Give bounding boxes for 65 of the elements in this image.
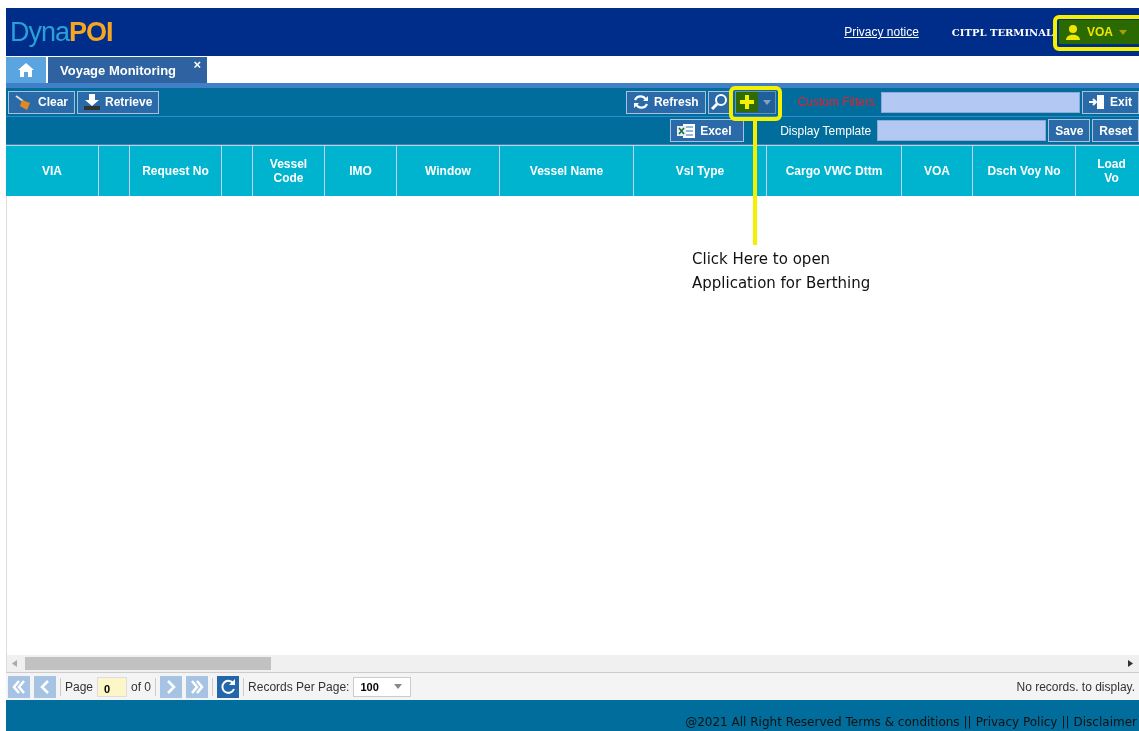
logo: DynaPOI (9, 16, 113, 48)
page-number-field[interactable]: 0 (97, 676, 128, 697)
home-tab[interactable] (6, 57, 46, 83)
first-page-icon (12, 679, 26, 694)
page-tab[interactable]: Voyage Monitoring × (48, 57, 207, 83)
column-header[interactable]: Dsch Voy No (973, 146, 1076, 196)
exit-icon (1089, 94, 1105, 110)
search-icon (710, 94, 727, 110)
page-label: Page (65, 679, 94, 694)
broom-icon (15, 94, 33, 110)
copyright-text: @2021 All Right Reserved (685, 715, 842, 729)
exit-button[interactable]: Exit (1082, 90, 1139, 114)
column-header[interactable]: VIA (6, 146, 99, 196)
page-count: of 0 (131, 679, 152, 694)
refresh-icon (632, 94, 649, 110)
highlight-outline (728, 85, 782, 121)
custom-filters-field[interactable] (881, 91, 1080, 113)
scroll-left-icon (12, 660, 17, 667)
refresh-button[interactable]: Refresh (625, 90, 706, 114)
user-icon (1065, 24, 1081, 40)
display-template-field[interactable] (877, 120, 1047, 141)
column-header[interactable]: VOA (902, 146, 973, 196)
caret-icon (394, 684, 403, 689)
records-per-page-select[interactable]: 100 (353, 676, 412, 697)
caret-icon (1119, 29, 1127, 35)
column-header[interactable]: Vessel Code (253, 146, 325, 196)
column-header[interactable]: Window (397, 146, 500, 196)
link-separator: || (1061, 715, 1070, 729)
column-header[interactable]: IMO (325, 146, 397, 196)
home-icon (18, 63, 34, 77)
terminal-name: CITPL TERMINAL (951, 26, 1053, 38)
horizontal-scrollbar[interactable] (6, 655, 1139, 672)
reset-button[interactable]: Reset (1092, 119, 1139, 142)
last-page-icon (190, 679, 205, 694)
custom-filters-label: Custom Filters (797, 95, 875, 109)
column-header[interactable]: Cargo VWC Dttm (767, 146, 902, 196)
reload-icon (220, 678, 237, 695)
caret-icon (762, 99, 771, 105)
retrieve-button[interactable]: Retrieve (77, 90, 160, 114)
footer-link[interactable]: Privacy Policy (975, 715, 1058, 729)
records-status: No records. to display. (1016, 679, 1135, 694)
add-button[interactable] (734, 90, 776, 114)
footer-link[interactable]: Disclaimer (1073, 715, 1137, 729)
user-menu-button[interactable]: VOA (1059, 20, 1139, 44)
records-per-page-label: Records Per Page: (248, 679, 350, 694)
close-icon[interactable]: × (193, 57, 201, 72)
column-header[interactable]: Vessel Name (500, 146, 634, 196)
reload-button[interactable] (217, 675, 240, 698)
previous-page-icon (38, 679, 52, 694)
column-header[interactable]: Request No (130, 146, 222, 196)
plus-icon (735, 92, 758, 112)
annotation-text: Click Here to open Application for Berthing (692, 249, 871, 294)
download-icon (84, 94, 101, 110)
scrollbar-thumb[interactable] (25, 657, 271, 670)
column-header[interactable]: Load Vo (1076, 146, 1139, 196)
link-separator: || (963, 715, 972, 729)
clear-button[interactable]: Clear (8, 90, 76, 114)
spreadsheet-icon (677, 122, 696, 139)
save-button[interactable]: Save (1048, 119, 1091, 142)
scroll-right-icon (1128, 660, 1133, 667)
search-button[interactable] (707, 90, 730, 114)
privacy-link[interactable]: Privacy notice (844, 25, 919, 39)
footer-link[interactable]: Terms & conditions (845, 715, 960, 729)
excel-button[interactable]: Excel (670, 119, 745, 142)
display-template-label: Display Template (780, 123, 872, 138)
